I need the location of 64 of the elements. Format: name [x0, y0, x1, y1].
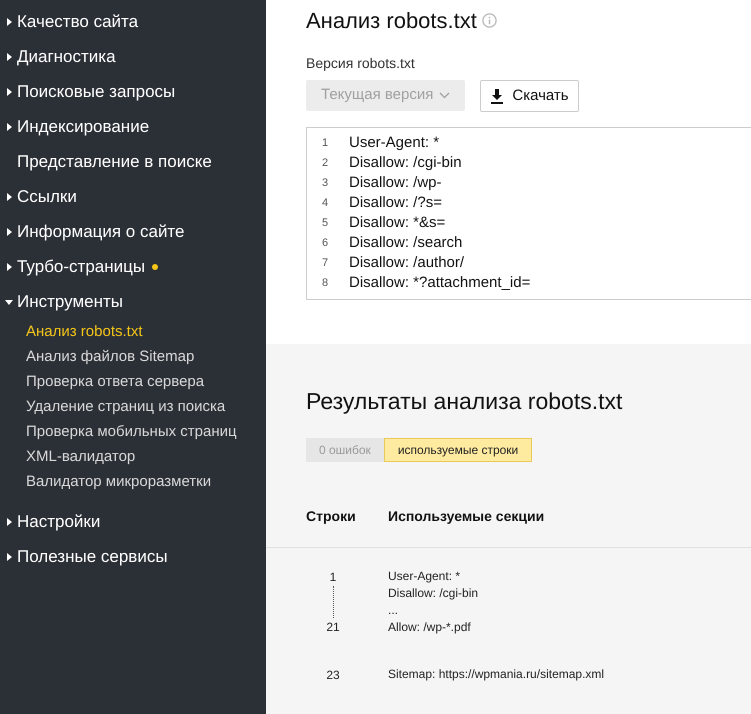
- download-button[interactable]: Скачать: [480, 80, 579, 112]
- sidebar-item[interactable]: Ссылки: [5, 184, 77, 210]
- caret-down-icon: [5, 298, 13, 306]
- caret-right-icon: [5, 52, 13, 60]
- caret-right-icon: [5, 88, 13, 96]
- caret-right-icon: [5, 192, 13, 200]
- section-line: Sitemap: https://wpmania.ru/sitemap.xml: [388, 666, 604, 683]
- sidebar-subitem[interactable]: Анализ файлов Sitemap: [0, 344, 266, 369]
- results-title: Результаты анализа robots.txt: [306, 386, 624, 416]
- sidebar-item[interactable]: Информация о сайте: [5, 218, 184, 244]
- line-number: 6: [321, 236, 330, 251]
- line-number: 7: [321, 256, 330, 271]
- sidebar-item[interactable]: Полезные сервисы: [5, 544, 168, 570]
- column-header: Строки: [306, 507, 357, 526]
- section-line: Allow: /wp-*.pdf: [388, 619, 472, 636]
- code-line: Disallow: *&s=: [349, 212, 446, 233]
- column-header: Используемые секции: [388, 507, 544, 526]
- sidebar-subitem[interactable]: Проверка ответа сервера: [0, 369, 266, 394]
- code-line: User-Agent: *: [349, 132, 440, 153]
- sidebar-item[interactable]: Турбо-страницы: [5, 254, 146, 280]
- section-line: Disallow: /cgi-bin: [388, 585, 478, 602]
- sidebar-item[interactable]: Настройки: [5, 508, 100, 534]
- caret-right-icon: [5, 552, 13, 560]
- caret-right-icon: [5, 262, 13, 270]
- page-title: Анализ robots.txt: [306, 7, 477, 35]
- line-number: 21: [326, 619, 340, 636]
- result-tab[interactable]: используемые строки: [384, 438, 532, 462]
- sidebar-subitem[interactable]: Валидатор микроразметки: [0, 469, 266, 494]
- code-line: Disallow: *?attachment_id=: [349, 272, 530, 293]
- sidebar-subitem[interactable]: Анализ robots.txt: [0, 319, 266, 344]
- line-number: 5: [321, 216, 330, 231]
- line-number: 2: [321, 156, 330, 171]
- line-number: 4: [321, 196, 330, 211]
- caret-right-icon: [5, 518, 13, 526]
- code-line: Disallow: /author/: [349, 252, 464, 273]
- line-number: 3: [321, 176, 330, 191]
- code-line: Disallow: /cgi-bin: [349, 152, 462, 173]
- line-number: 8: [321, 276, 330, 291]
- chevron-down-icon: [439, 92, 450, 99]
- line-number: 1: [330, 569, 336, 586]
- sidebar-item[interactable]: Инструменты: [5, 288, 124, 314]
- section-line: User-Agent: *: [388, 568, 462, 585]
- download-icon: [490, 88, 504, 104]
- range-line: [332, 586, 334, 618]
- sidebar-subitem[interactable]: Проверка мобильных страниц: [0, 419, 266, 444]
- sidebar-item[interactable]: Поисковые запросы: [5, 78, 176, 104]
- line-number: 1: [321, 136, 330, 151]
- code-line: Disallow: /search: [349, 232, 462, 253]
- code-line: Disallow: /?s=: [349, 192, 442, 213]
- caret-right-icon: [5, 18, 13, 26]
- sidebar-subitem[interactable]: XML-валидатор: [0, 444, 266, 469]
- code-line: Disallow: /wp-: [349, 172, 442, 193]
- sidebar-subitem[interactable]: Удаление страниц из поиска: [0, 394, 266, 419]
- section-line: ...: [388, 602, 400, 619]
- sidebar-item[interactable]: Качество сайта: [5, 8, 138, 34]
- sidebar-item[interactable]: Диагностика: [5, 44, 116, 70]
- sidebar-item[interactable]: Представление в поиске: [5, 148, 212, 174]
- caret-right-icon: [5, 122, 13, 130]
- version-label: Версия robots.txt: [306, 54, 416, 73]
- info-icon[interactable]: [482, 13, 497, 28]
- line-number: 23: [326, 667, 340, 684]
- caret-right-icon: [5, 228, 13, 236]
- code-editor[interactable]: 1 User-Agent: * 2 Disallow: /cgi-bin 3 Disallow: /wp- 4 Disallow: /?s= 5 Disallow: *&s= 6 Disallow: /search 7 Disallow: /author/ 8 Disallow: *?attachment_id=: [306, 127, 751, 300]
- sidebar-item[interactable]: Индексирование: [5, 114, 150, 140]
